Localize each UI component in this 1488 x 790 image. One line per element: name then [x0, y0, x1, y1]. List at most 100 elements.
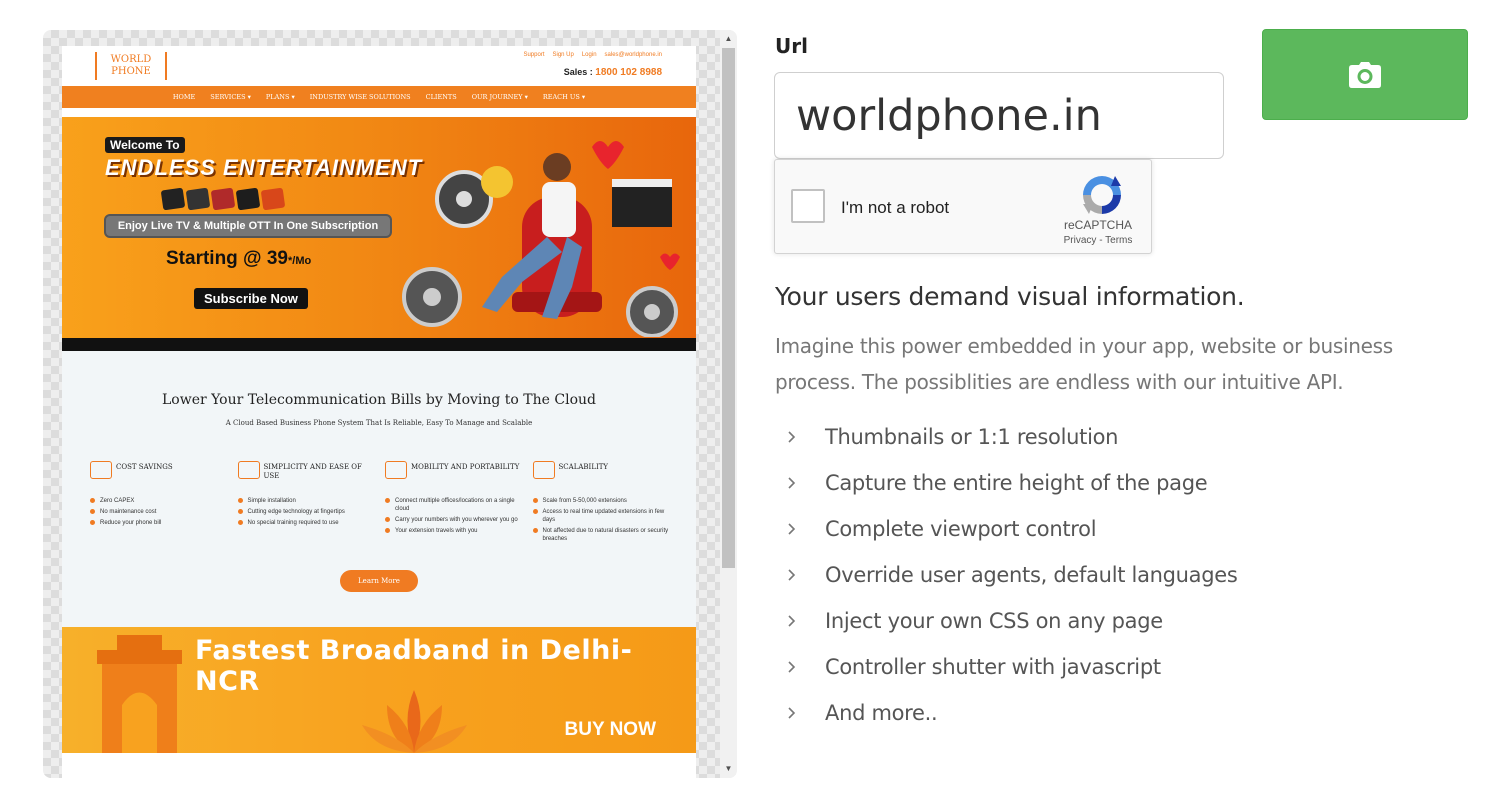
money-icon — [90, 461, 112, 479]
top-link-email: sales@worldphone.in — [604, 52, 662, 58]
cloud-section: Lower Your Telecommunication Bills by Mo… — [62, 351, 696, 627]
feature-list: Thumbnails or 1:1 resolution Capture the… — [783, 414, 1238, 736]
feature-item: Not affected due to natural disasters or… — [532, 527, 675, 543]
site-top-links: Support Sign Up Login sales@worldphone.i… — [523, 52, 662, 58]
feature-item: No maintenance cost — [90, 508, 232, 516]
ott-logo — [210, 187, 236, 211]
feature-head: SIMPLICITY AND EASE OF USE — [237, 461, 380, 497]
screenshot-preview[interactable]: WORLD PHONE Support Sign Up Login sales@… — [43, 30, 737, 778]
marketing-headline: Your users demand visual information. — [775, 282, 1245, 311]
list-item: Inject your own CSS on any page — [783, 598, 1238, 644]
shield-icon — [385, 461, 407, 479]
cloud-subtitle: A Cloud Based Business Phone System That… — [225, 419, 533, 427]
recaptcha-brand: reCAPTCHA — [1063, 218, 1132, 232]
hero-subscribe-button: Subscribe Now — [194, 288, 308, 309]
camera-icon — [1349, 61, 1381, 88]
list-item-text: Override user agents, default languages — [825, 563, 1238, 587]
chevron-right-icon — [788, 431, 796, 443]
hero-title: ENDLESS ENTERTAINMENT — [105, 155, 423, 180]
captured-website: WORLD PHONE Support Sign Up Login sales@… — [62, 46, 696, 778]
learn-more-button: Learn More — [340, 570, 418, 592]
feature-item: No special training required to use — [237, 519, 380, 527]
ott-logo — [235, 187, 261, 211]
chevron-right-icon — [788, 477, 796, 489]
site-nav-home: HOME — [172, 93, 196, 101]
top-link-login: Login — [581, 52, 597, 58]
list-item-text: And more.. — [825, 701, 938, 725]
chevron-right-icon — [788, 569, 796, 581]
hero-price-suffix: */Mo — [288, 255, 312, 267]
feature-item: Scale from 5-50,000 extensions — [532, 497, 675, 505]
list-item: Complete viewport control — [783, 506, 1238, 552]
chevron-right-icon — [788, 523, 796, 535]
scroll-up-arrow-icon[interactable]: ▲ — [720, 32, 737, 46]
recaptcha-widget: I'm not a robot reCAPTCHA Privacy - Term… — [774, 159, 1152, 254]
site-nav-reach: REACH US ▾ — [542, 93, 586, 101]
recaptcha-links: Privacy - Terms — [1043, 235, 1153, 246]
recaptcha-link-separator: - — [1096, 235, 1106, 246]
cloud-features: COST SAVINGS Zero CAPEX No maintenance c… — [90, 461, 680, 546]
feature-title: SIMPLICITY AND EASE OF USE — [263, 463, 362, 480]
top-link-support: Support — [523, 52, 545, 58]
chevron-right-icon — [788, 661, 796, 673]
recaptcha-privacy-link[interactable]: Privacy — [1064, 235, 1097, 246]
feature-item: Your extension travels with you — [385, 527, 527, 535]
marketing-intro: Imagine this power embedded in your app,… — [775, 334, 1393, 394]
hero-banner: Welcome To ENDLESS ENTERTAINMENT Enjoy L… — [62, 117, 696, 351]
hero-illustration — [402, 141, 680, 337]
growth-chart-icon — [532, 461, 555, 479]
list-item-text: Inject your own CSS on any page — [825, 609, 1163, 633]
worldphone-logo: WORLD PHONE — [95, 52, 167, 80]
site-nav-plans: PLANS ▾ — [265, 93, 295, 101]
ott-logo — [160, 187, 186, 211]
site-header: WORLD PHONE Support Sign Up Login sales@… — [62, 46, 696, 86]
feature-simplicity: SIMPLICITY AND EASE OF USE Simple instal… — [237, 461, 386, 546]
list-item-text: Controller shutter with javascript — [825, 655, 1161, 679]
feature-cost-savings: COST SAVINGS Zero CAPEX No maintenance c… — [90, 461, 238, 546]
ott-logo — [185, 187, 211, 211]
feature-mobility: MOBILITY AND PORTABILITY Connect multipl… — [385, 461, 533, 546]
feature-scalability: SCALABILITY Scale from 5-50,000 extensio… — [532, 461, 681, 546]
broadband-banner: Fastest Broadband in Delhi-NCR BUY NOW — [62, 627, 696, 753]
recaptcha-checkbox[interactable] — [791, 189, 825, 223]
chevron-right-icon — [788, 707, 796, 719]
feature-item: Zero CAPEX — [90, 497, 232, 505]
recaptcha-label: I'm not a robot — [841, 198, 950, 217]
recaptcha-terms-link[interactable]: Terms — [1105, 235, 1132, 246]
sales-label: Sales : — [563, 67, 593, 77]
url-input-value: worldphone.in — [796, 90, 1102, 141]
feature-head: COST SAVINGS — [90, 461, 232, 497]
url-input[interactable]: worldphone.in — [774, 72, 1224, 159]
chevron-right-icon — [788, 615, 796, 627]
india-gate-icon — [97, 635, 182, 753]
sales-line: Sales : 1800 102 8988 — [564, 67, 662, 78]
capture-button[interactable] — [1262, 29, 1468, 120]
site-nav-bar: HOME SERVICES ▾ PLANS ▾ INDUSTRY WISE SO… — [62, 86, 696, 108]
preview-scrollbar[interactable]: ▲ ▼ — [720, 30, 737, 778]
logo-line-1: WORLD — [110, 54, 152, 65]
scroll-thumb[interactable] — [722, 48, 735, 568]
hero-price: Starting @ 39*/Mo — [166, 248, 311, 270]
hero-tagline: Enjoy Live TV & Multiple OTT In One Subs… — [104, 214, 392, 238]
ott-logos — [160, 187, 286, 211]
feature-item: Carry your numbers with you wherever you… — [385, 516, 527, 524]
broadband-buy-now: BUY NOW — [564, 719, 656, 740]
list-item: And more.. — [783, 690, 1238, 736]
top-link-signup: Sign Up — [552, 52, 574, 58]
hero-bottom-strip — [62, 338, 696, 351]
feature-head: MOBILITY AND PORTABILITY — [385, 461, 527, 497]
feature-item: Access to real time updated extensions i… — [532, 508, 675, 524]
cloud-title: Lower Your Telecommunication Bills by Mo… — [161, 392, 596, 408]
list-item: Override user agents, default languages — [783, 552, 1238, 598]
url-label: Url — [775, 34, 808, 58]
list-item-text: Thumbnails or 1:1 resolution — [825, 425, 1119, 449]
list-item: Thumbnails or 1:1 resolution — [783, 414, 1238, 460]
feature-item: Simple installation — [237, 497, 380, 505]
feature-item: Reduce your phone bill — [90, 519, 232, 527]
feature-title: MOBILITY AND PORTABILITY — [411, 463, 520, 471]
scroll-down-arrow-icon[interactable]: ▼ — [720, 762, 737, 776]
site-nav-clients: CLIENTS — [425, 93, 457, 101]
ott-logo — [260, 187, 286, 211]
list-item-text: Capture the entire height of the page — [825, 471, 1208, 495]
feature-item: Connect multiple offices/locations on a … — [385, 497, 527, 513]
